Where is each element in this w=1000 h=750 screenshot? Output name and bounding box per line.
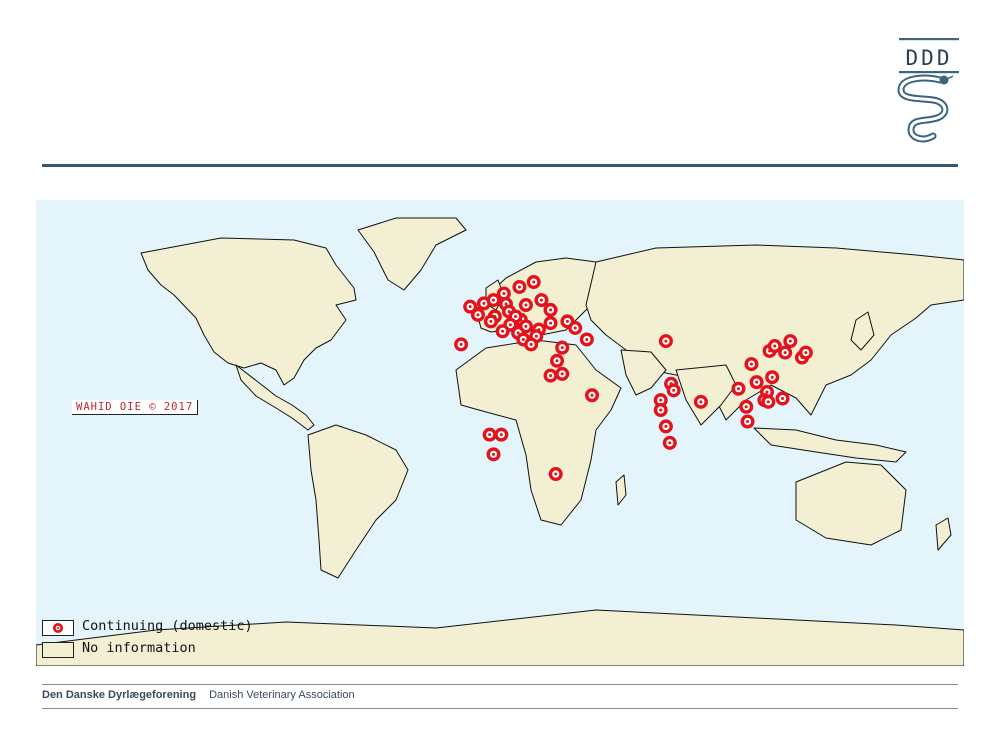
outbreak-marker (486, 447, 501, 462)
outbreak-marker (534, 293, 549, 308)
outbreak-marker (775, 391, 790, 406)
outbreak-marker (798, 345, 813, 360)
outbreak-marker (761, 394, 776, 409)
legend-label-continuing: Continuing (domestic) (82, 618, 253, 634)
map-copyright: WAHID OIE © 2017 (72, 400, 199, 415)
world-map-canvas (36, 200, 964, 666)
ddd-logo: DDD (893, 38, 965, 148)
outbreak-marker (731, 381, 746, 396)
outbreak-marker (693, 394, 708, 409)
outbreak-marker (739, 399, 754, 414)
outbreak-marker (548, 467, 563, 482)
outbreak-marker (658, 334, 673, 349)
outbreak-marker (783, 334, 798, 349)
outbreak-marker (494, 427, 509, 442)
outbreak-marker (585, 388, 600, 403)
outbreak-marker (512, 279, 527, 294)
outbreak-marker (496, 286, 511, 301)
outbreak-marker (483, 314, 498, 329)
legend-marker-swatch (42, 620, 74, 636)
outbreak-marker (518, 298, 533, 313)
outbreak-marker (662, 435, 677, 450)
header-divider (42, 164, 958, 167)
outbreak-marker (666, 383, 681, 398)
outbreak-marker (658, 419, 673, 434)
legend-land-swatch (42, 642, 74, 658)
legend-label-no-information: No information (82, 640, 196, 656)
outbreak-marker (568, 320, 583, 335)
outbreak-marker (765, 370, 780, 385)
outbreak-marker (579, 332, 594, 347)
outbreak-marker (550, 353, 565, 368)
outbreak-marker (740, 414, 755, 429)
outbreak-marker (495, 324, 510, 339)
worm-caduceus-icon (897, 38, 959, 143)
footer-divider-top (42, 684, 958, 685)
outbreak-marker (543, 368, 558, 383)
outbreak-marker (470, 307, 485, 322)
outbreak-marker (526, 275, 541, 290)
footer-divider-bottom (42, 708, 958, 709)
outbreak-marker (543, 316, 558, 331)
outbreak-marker (454, 337, 469, 352)
footer-org-english: Danish Veterinary Association (209, 689, 355, 701)
footer: Den Danske Dyrlægeforening Danish Veteri… (42, 689, 355, 701)
footer-org-danish: Den Danske Dyrlægeforening (42, 689, 197, 701)
outbreak-marker (524, 337, 539, 352)
outbreak-marker (653, 403, 668, 418)
world-map[interactable]: WAHID OIE © 2017 (36, 200, 964, 666)
outbreak-marker (555, 340, 570, 355)
outbreak-marker (749, 375, 764, 390)
outbreak-marker (744, 357, 759, 372)
